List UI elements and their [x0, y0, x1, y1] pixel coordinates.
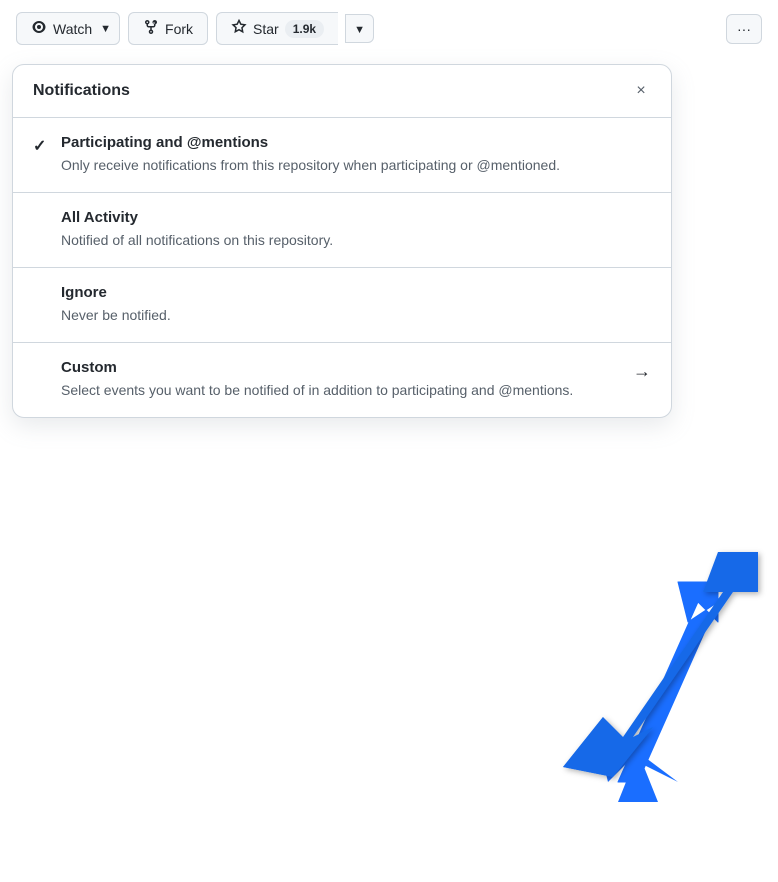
star-label: Star — [253, 21, 279, 37]
notification-desc-all-activity: Notified of all notifications on this re… — [61, 230, 651, 251]
notification-content-all-activity: All Activity Notified of all notificatio… — [61, 209, 651, 251]
fork-icon — [143, 19, 159, 38]
watch-label: Watch — [53, 21, 92, 37]
notification-desc-ignore: Never be notified. — [61, 305, 651, 326]
panel-header: Notifications × — [13, 65, 671, 118]
star-dropdown-chevron-icon: ▼ — [354, 24, 365, 36]
notification-title-custom: Custom — [61, 359, 621, 376]
notification-item-custom[interactable]: Custom Select events you want to be noti… — [13, 343, 671, 417]
watch-button[interactable]: Watch ▼ — [16, 12, 120, 45]
fork-label: Fork — [165, 21, 193, 37]
notifications-panel: Notifications × ✓ Participating and @men… — [12, 64, 672, 418]
notification-content-custom: Custom Select events you want to be noti… — [61, 359, 621, 401]
notification-content-participating: Participating and @mentions Only receive… — [61, 134, 651, 176]
check-mark-ignore — [33, 284, 61, 286]
check-mark-all-activity — [33, 209, 61, 211]
notification-desc-participating: Only receive notifications from this rep… — [61, 155, 651, 176]
star-button[interactable]: Star 1.9k — [216, 12, 338, 45]
notification-item-all-activity[interactable]: All Activity Notified of all notificatio… — [13, 193, 671, 268]
custom-arrow-icon: → — [633, 359, 651, 382]
check-mark-participating: ✓ — [33, 134, 61, 156]
notification-content-ignore: Ignore Never be notified. — [61, 284, 651, 326]
eye-icon — [31, 19, 47, 38]
notification-desc-custom: Select events you want to be notified of… — [61, 380, 621, 401]
more-dots-icon: ··· — [737, 21, 751, 37]
notification-title-participating: Participating and @mentions — [61, 134, 651, 151]
notification-item-ignore[interactable]: Ignore Never be notified. — [13, 268, 671, 343]
notification-title-ignore: Ignore — [61, 284, 651, 301]
panel-title: Notifications — [33, 82, 130, 100]
notification-item-participating[interactable]: ✓ Participating and @mentions Only recei… — [13, 118, 671, 193]
star-icon — [231, 19, 247, 38]
notification-title-all-activity: All Activity — [61, 209, 651, 226]
star-count-badge: 1.9k — [285, 20, 324, 38]
watch-dropdown-chevron: ▼ — [100, 23, 111, 35]
star-dropdown-button[interactable]: ▼ — [345, 14, 374, 43]
check-mark-custom — [33, 359, 61, 361]
repo-toolbar: Watch ▼ Fork Star 1.9k ▼ ··· — [0, 0, 778, 57]
fork-button[interactable]: Fork — [128, 12, 208, 45]
panel-close-button[interactable]: × — [631, 81, 651, 101]
more-options-button[interactable]: ··· — [726, 14, 762, 44]
